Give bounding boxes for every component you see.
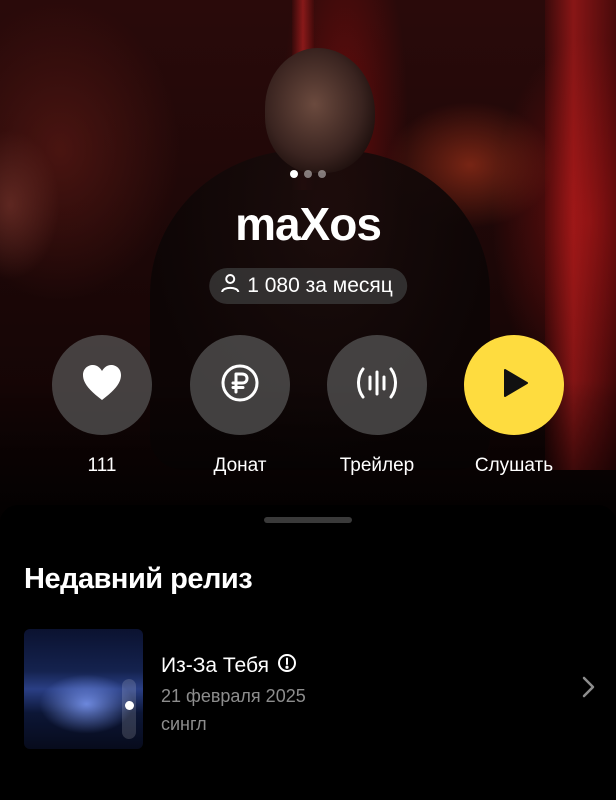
- bottom-sheet: Недавний релиз Из-За Тебя 21 февраля 202…: [0, 505, 616, 800]
- release-date: 21 февраля 2025: [161, 686, 306, 706]
- like-circle[interactable]: [52, 335, 152, 435]
- like-button[interactable]: 111: [42, 335, 162, 477]
- monthly-listeners-badge: 1 080 за месяц: [209, 268, 407, 304]
- donate-label: Донат: [213, 455, 267, 476]
- listen-label: Слушать: [474, 455, 554, 476]
- like-count: 111: [87, 455, 117, 476]
- trailer-circle[interactable]: [327, 335, 427, 435]
- recent-release-item[interactable]: Из-За Тебя 21 февраля 2025 сингл: [24, 629, 604, 749]
- listen-button[interactable]: Слушать: [454, 335, 574, 477]
- carousel-indicator[interactable]: [0, 170, 616, 178]
- donate-circle[interactable]: [190, 335, 290, 435]
- chevron-right-icon: [580, 675, 596, 704]
- release-title: Из-За Тебя: [161, 654, 269, 677]
- trailer-button[interactable]: Трейлер: [317, 335, 437, 477]
- photo-person-head: [265, 48, 375, 173]
- info-circle-icon: [277, 653, 297, 679]
- monthly-listeners-text: 1 080 за месяц: [247, 274, 393, 297]
- carousel-dot: [318, 170, 326, 178]
- cover-art-knob: [125, 701, 134, 710]
- artist-name: maXos: [235, 198, 382, 250]
- ruble-icon: [220, 363, 260, 408]
- play-circle[interactable]: [464, 335, 564, 435]
- donate-button[interactable]: Донат: [180, 335, 300, 477]
- cover-art-cloud: [39, 674, 134, 734]
- heart-icon: [81, 364, 123, 407]
- section-title: Недавний релиз: [24, 563, 253, 595]
- release-cover: [24, 629, 143, 749]
- play-icon: [497, 366, 531, 405]
- person-icon: [219, 272, 241, 300]
- soundwave-icon: [355, 363, 399, 408]
- carousel-dot: [304, 170, 312, 178]
- sheet-drag-handle[interactable]: [264, 517, 352, 523]
- trailer-label: Трейлер: [339, 455, 415, 476]
- release-type: сингл: [161, 714, 207, 734]
- release-title-row: Из-За Тебя: [161, 653, 297, 679]
- carousel-dot: [290, 170, 298, 178]
